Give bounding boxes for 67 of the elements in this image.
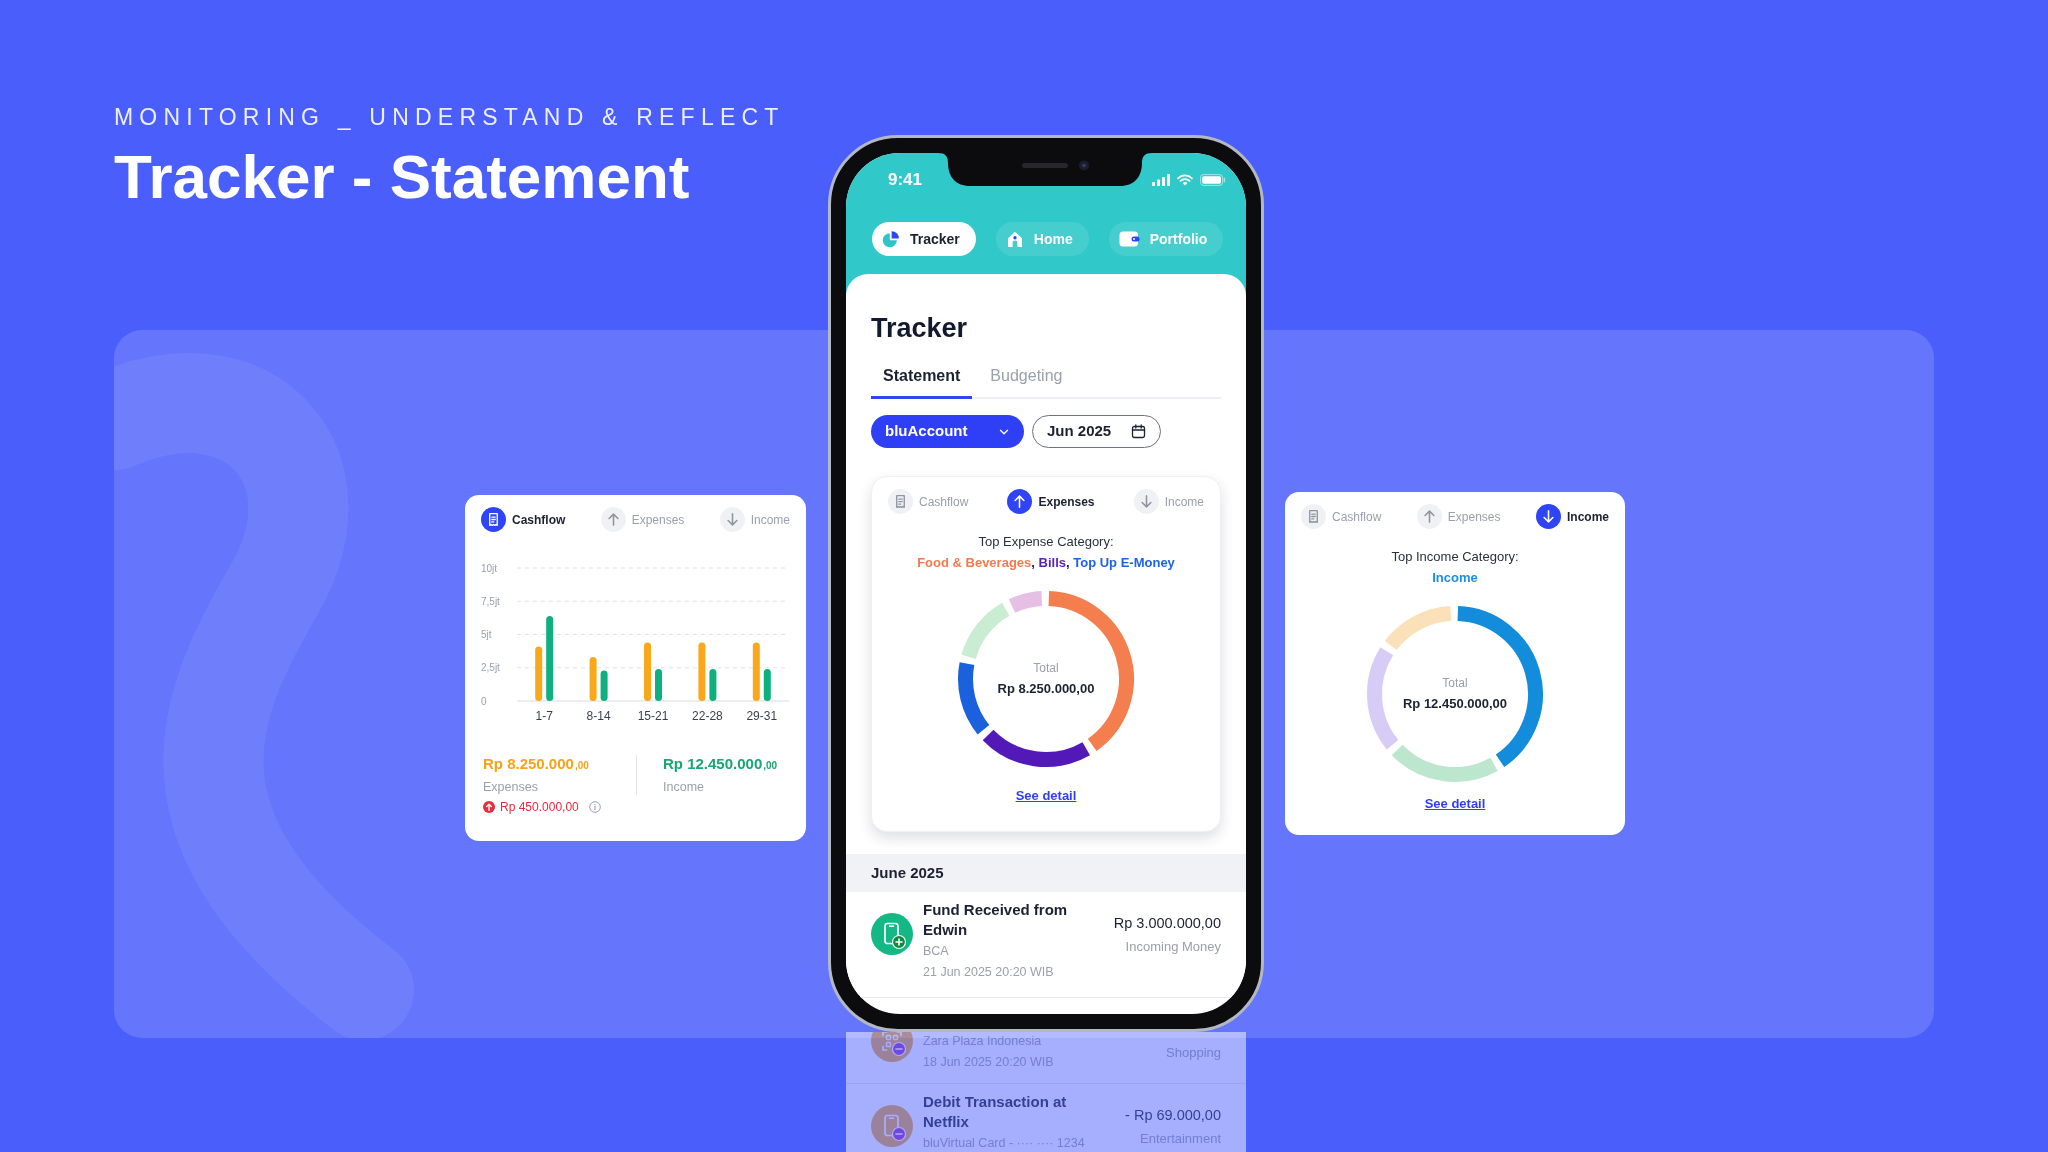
summary-amount: Rp 12.450.000,00 [663, 754, 778, 774]
transaction-title: Debit Transaction at Netflix [923, 1092, 1068, 1132]
screen-title: Tracker [871, 312, 969, 344]
receipt-icon [1301, 504, 1326, 529]
bar [763, 669, 771, 701]
y-axis-label: 10jt [481, 562, 498, 574]
pie-chart-icon [882, 230, 900, 248]
screen-tab[interactable]: Statement [871, 364, 973, 399]
x-axis-label: 1-7 [535, 709, 553, 723]
account-dropdown[interactable]: bluAccount [871, 415, 1024, 448]
house-icon [1005, 230, 1024, 248]
total-label: Total [1033, 660, 1059, 676]
top-categories: Income [1431, 569, 1479, 587]
bar [655, 669, 662, 701]
bar [535, 646, 543, 701]
summary-label: Expenses [483, 779, 539, 796]
total-amount: Rp 12.450.000,00 [1402, 695, 1508, 713]
receipt-icon [481, 507, 506, 532]
y-axis-label: 0 [481, 695, 487, 707]
total-amount: Rp 8.250.000,00 [997, 680, 1095, 698]
page-title: Tracker - Statement [114, 145, 691, 209]
bar [644, 642, 651, 701]
summary-amount: Rp 8.250.000,00 [483, 754, 590, 774]
category-heading: Top Income Category: [1390, 548, 1520, 566]
x-axis-label: 29-31 [746, 709, 778, 723]
y-axis-label: 7,5jt [481, 595, 500, 607]
phone-minus-icon [871, 1105, 913, 1147]
battery-icon [1200, 174, 1226, 186]
total-label: Total [1442, 675, 1468, 691]
bar [752, 642, 760, 701]
info-icon [588, 801, 601, 813]
see-detail-link[interactable]: See detail [1015, 788, 1077, 804]
receipt-icon [888, 489, 913, 514]
y-axis-label: 2,5jt [481, 662, 500, 674]
category-heading: Top Expense Category: [977, 533, 1115, 551]
see-detail-link[interactable]: See detail [1424, 796, 1486, 812]
view-tab[interactable]: Cashflow [481, 507, 566, 532]
transaction-amount: - Rp 69.000,00 [1125, 1106, 1221, 1125]
calendar-icon [1131, 424, 1146, 439]
x-axis-label: 15-21 [637, 709, 669, 723]
difference-amount: Rp 450.000,00 [500, 799, 579, 816]
eyebrow-text: MONITORING _ UNDERSTAND & REFLECT [114, 103, 786, 131]
summary-label: Income [663, 779, 705, 796]
wifi-icon [1177, 174, 1193, 186]
x-axis-label: 22-28 [692, 709, 723, 723]
up-arrow-circle-icon [483, 801, 495, 813]
view-tab[interactable]: Income [1535, 504, 1609, 529]
top-categories: Food & Beverages, Bills, Top Up E-Money [916, 554, 1176, 572]
transaction-date: 21 Jun 2025 20:20 WIB [923, 964, 1055, 981]
qr-scan-minus-icon [871, 1032, 913, 1062]
transaction-title: Fund Received from Edwin [923, 900, 1069, 940]
status-time: 9:41 [888, 169, 923, 192]
bar [600, 670, 608, 701]
transaction-source: BCA [923, 943, 950, 960]
bar [589, 657, 597, 701]
nav-pill[interactable]: Tracker [872, 222, 976, 256]
x-axis-label: 8-14 [586, 709, 611, 723]
wallet-icon [1118, 230, 1140, 248]
signal-icon [1152, 174, 1170, 186]
transaction-amount: Rp 3.000.000,00 [1113, 914, 1221, 933]
bar [698, 642, 706, 701]
transaction-category: Incoming Money [1124, 938, 1221, 956]
view-tab[interactable]: Expenses [1007, 489, 1095, 514]
phone-plus-icon [871, 913, 913, 955]
month-section-header: June 2025 [846, 854, 1246, 892]
y-axis-label: 5jt [481, 629, 492, 640]
bar [709, 669, 717, 701]
